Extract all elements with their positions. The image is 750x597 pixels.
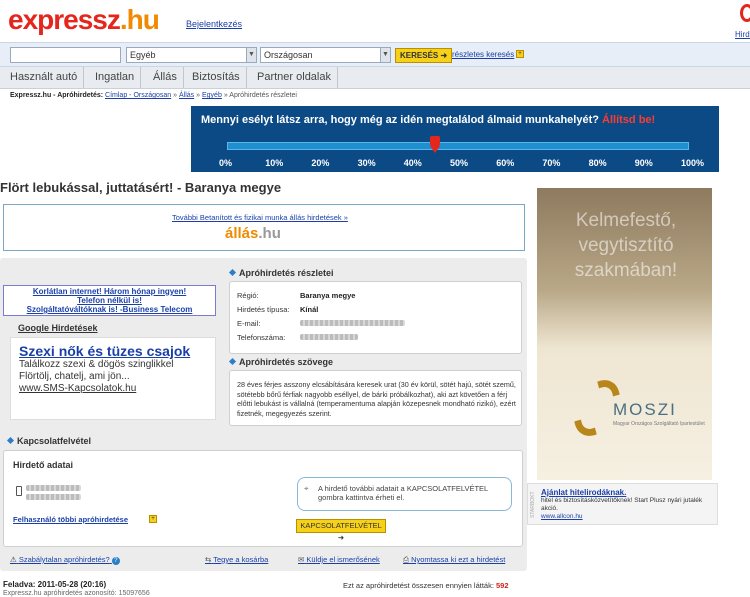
details-box: Régió: Baranya megye Hirdetés típusa: Kí… <box>229 281 522 354</box>
breadcrumb-allas[interactable]: Állás <box>179 92 194 99</box>
advanced-search-link[interactable]: részletes keresés <box>452 50 514 59</box>
percent-tick: 90% <box>634 158 653 168</box>
arrow-right-icon: ➜ <box>337 533 345 542</box>
phone-icon <box>16 486 22 496</box>
nav-item-partner-oldalak[interactable]: Partner oldalak <box>251 67 338 88</box>
contact-tip: ⌖ A hirdető további adatait a KAPCSOLATF… <box>297 477 512 511</box>
contact-heading: Kapcsolatfelvétel <box>6 436 91 446</box>
moszi-ad[interactable]: Kelmefestő, vegytisztító szakmában! MOSZ… <box>537 188 712 480</box>
chevron-down-icon: ▼ <box>246 48 256 62</box>
percent-tick: 50% <box>450 158 469 168</box>
google-ad-title[interactable]: Szexi nők és tüzes csajok <box>19 343 207 359</box>
promo-box[interactable]: Korlátlan internet! Három hónap ingyen! … <box>3 285 216 316</box>
allas-hu-logo[interactable]: állás.hu <box>225 225 281 242</box>
percent-tick: 80% <box>588 158 607 168</box>
diamond-icon <box>228 357 237 366</box>
google-ad[interactable]: Szexi nők és tüzes csajok Találkozz szex… <box>10 337 216 420</box>
expressz-logo[interactable]: expressz.hu <box>8 4 160 36</box>
search-button[interactable]: KERESÉS ➜ <box>395 48 453 63</box>
arrow-right-icon: ➜ <box>440 51 448 60</box>
contact-button[interactable]: KAPCSOLATFELVÉTEL ➜ <box>296 519 386 542</box>
view-counter: Ezt az apróhirdetést összesen ennyien lá… <box>343 581 509 590</box>
email-label: E-mail: <box>237 319 261 328</box>
posted-date: Feladva: 2011-05-28 (20:16) <box>3 580 107 589</box>
sponsor-title[interactable]: Ajánlat hitelirodáknak. <box>541 488 626 497</box>
google-ad-url[interactable]: www.SMS-Kapcsolatok.hu <box>19 383 207 394</box>
percent-tick: 0% <box>219 158 233 168</box>
warning-icon: ⚠ <box>10 555 17 564</box>
percent-slider-track <box>227 142 689 150</box>
page-title: Flört lebukással, juttatásért! - Baranya… <box>0 180 282 195</box>
login-link[interactable]: Bejelentkezés <box>186 19 242 29</box>
moszi-name: MOSZI <box>613 400 677 419</box>
details-heading: Apróhirdetés részletei <box>228 268 334 278</box>
circle-icon <box>740 4 750 22</box>
diamond-icon <box>6 436 15 445</box>
send-to-friend-link[interactable]: ✉ Küldje el ismerősének <box>298 555 380 564</box>
promo-line-3[interactable]: Szolgáltatóváltóknak is! -Business Telec… <box>27 305 193 314</box>
job-survey-banner[interactable]: Mennyi esélyt látsz arra, hogy még az id… <box>191 106 719 172</box>
ad-type-value: Kínál <box>300 305 319 314</box>
envelope-icon: ✉ <box>298 555 305 564</box>
report-link[interactable]: ⚠ Szabálytalan apróhirdetés? ? <box>10 555 120 565</box>
search-input[interactable] <box>10 47 121 63</box>
more-jobs-link[interactable]: További Betanított és fizikai munka állá… <box>172 213 348 222</box>
phone-number-blurred-2 <box>26 494 81 500</box>
top-ad-box[interactable]: További Betanított és fizikai munka állá… <box>3 204 525 251</box>
phone-label: Telefonszáma: <box>237 333 286 342</box>
email-value-blurred <box>300 320 405 326</box>
percent-tick: 10% <box>265 158 284 168</box>
plus-icon[interactable]: + <box>149 515 157 523</box>
nav-item-ingatlan[interactable]: Ingatlan <box>89 67 142 88</box>
nav-item-hasznalt-auto[interactable]: Használt autó <box>4 67 85 88</box>
phone-value-blurred <box>300 334 358 340</box>
nav-item-biztositas[interactable]: Biztosítás <box>186 67 247 88</box>
region-label: Régió: <box>237 291 259 300</box>
breadcrumb-egyeb[interactable]: Egyéb <box>202 92 222 99</box>
region-select[interactable]: Országosan ▼ <box>260 47 391 63</box>
print-link[interactable]: ⎙ Nyomtassa ki ezt a hirdetést <box>403 555 505 565</box>
percent-tick: 100% <box>681 158 705 168</box>
percent-tick: 70% <box>542 158 561 168</box>
percent-tick: 60% <box>496 158 515 168</box>
google-ads-heading[interactable]: Google Hirdetések <box>18 323 98 333</box>
sponsor-url[interactable]: www.allcon.hu <box>541 513 583 520</box>
help-icon[interactable]: ? <box>111 557 120 565</box>
percent-tick: 20% <box>311 158 330 168</box>
sponsor-label: STARBOKT <box>530 491 536 519</box>
ad-type-label: Hirdetés típusa: <box>237 305 290 314</box>
other-ads-link[interactable]: Felhasználó többi apróhirdetése <box>13 515 128 524</box>
slider-marker[interactable] <box>429 136 440 156</box>
text-heading: Apróhirdetés szövege <box>228 357 333 367</box>
cart-icon: ⇆ <box>205 555 212 564</box>
chevron-down-icon: ▼ <box>380 48 390 62</box>
sponsor-desc: hitel és biztosításközvetítőknek! Start … <box>541 497 703 520</box>
google-ad-desc: Találkozz szexi & dögös szinglikkel Flör… <box>19 359 174 382</box>
print-icon: ⎙ <box>403 555 409 564</box>
plus-icon[interactable]: + <box>516 50 524 58</box>
percent-tick: 30% <box>357 158 376 168</box>
phone-number-blurred <box>26 485 81 491</box>
diamond-icon <box>228 268 237 277</box>
search-bar: Egyéb ▼ Országosan ▼ KERESÉS ➜ részletes k… <box>0 42 750 67</box>
breadcrumb-home[interactable]: Címlap - Országosan <box>105 92 171 99</box>
cart-link[interactable]: ⇆ Tegye a kosárba <box>205 555 268 564</box>
category-select[interactable]: Egyéb ▼ <box>126 47 257 63</box>
advertiser-heading: Hirdető adatai <box>13 460 74 470</box>
main-nav: Használt autó Ingatlan Állás Biztosítás … <box>0 67 750 89</box>
breadcrumb: Expressz.hu - Apróhirdetés: Címlap - Ors… <box>10 92 297 99</box>
promo-line-1[interactable]: Korlátlan internet! Három hónap ingyen! <box>33 287 186 296</box>
sponsor-ad[interactable]: STARBOKT Ajánlat hitelirodáknak. hitel é… <box>527 483 718 525</box>
moszi-subtitle: Magyar Országos Szolgáltató Ipartestület <box>613 421 705 427</box>
pin-icon: ⌖ <box>304 484 309 493</box>
percent-tick: 40% <box>403 158 422 168</box>
top-right-link[interactable]: Hirde <box>735 30 750 39</box>
ad-description: 28 éves férjes asszony elcsábítására ker… <box>237 380 516 418</box>
promo-line-2[interactable]: Telefon nélkül is! <box>77 296 142 305</box>
nav-item-allas[interactable]: Állás <box>147 67 184 88</box>
moszi-headline: Kelmefestő, vegytisztító szakmában! <box>574 210 678 281</box>
region-value: Baranya megye <box>300 291 356 300</box>
